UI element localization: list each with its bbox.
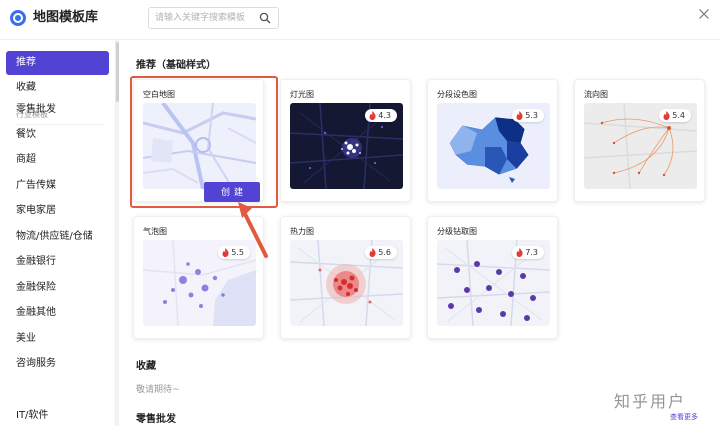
card-name: 分级钻取图 [437, 227, 477, 236]
sidebar-item-banking[interactable]: 金融银行 [6, 250, 109, 274]
template-card-heat-map[interactable]: 热力图 5.6 [280, 216, 411, 339]
card-thumbnail: 5.4 [584, 103, 697, 189]
flame-icon [516, 111, 523, 120]
rating-badge: 7.3 [512, 246, 544, 259]
scrollbar-thumb[interactable] [116, 42, 119, 102]
header: 地图模板库 [0, 0, 720, 40]
template-card-light-map[interactable]: 灯光图 4.3 [280, 79, 411, 202]
sidebar-item-beauty[interactable]: 美业 [6, 327, 109, 351]
section-title-recommended: 推荐（基础样式） [136, 60, 216, 71]
flame-icon [663, 111, 670, 120]
sidebar-item-finance-other[interactable]: 金融其他 [6, 301, 109, 325]
create-button[interactable]: 创建 [204, 182, 260, 202]
sidebar-item-consulting[interactable]: 咨询服务 [6, 352, 109, 376]
sidebar: 推荐 收藏 行业模板 零售批发 餐饮 商超 广告传媒 家电家居 物流/供应链/仓… [0, 40, 116, 426]
rating-value: 5.3 [525, 111, 538, 120]
sidebar-item-retail[interactable]: 零售批发 [6, 98, 109, 122]
sidebar-item-favorites[interactable]: 收藏 [6, 76, 109, 100]
template-card-flow-map[interactable]: 流向图 5.4 [574, 79, 705, 202]
sidebar-item-home-appliance[interactable]: 家电家居 [6, 199, 109, 223]
section-title-retail: 零售批发 [136, 414, 176, 425]
page-title: 地图模板库 [33, 10, 99, 25]
rating-badge: 4.3 [365, 109, 397, 122]
search-box[interactable] [148, 7, 279, 29]
search-input[interactable] [155, 11, 259, 25]
template-card-segment-map[interactable]: 分段设色图 5.3 [427, 79, 558, 202]
rating-badge: 5.3 [512, 109, 544, 122]
flame-icon [222, 248, 229, 257]
sidebar-item-logistics[interactable]: 物流/供应链/仓储 [6, 225, 109, 249]
card-name: 灯光图 [290, 90, 314, 99]
rating-badge: 5.4 [659, 109, 691, 122]
section-title-favorites: 收藏 [136, 361, 156, 372]
sidebar-item-recommended[interactable]: 推荐 [6, 51, 109, 75]
card-name: 流向图 [584, 90, 608, 99]
rating-value: 4.3 [378, 111, 391, 120]
arrow-annotation-icon [238, 202, 268, 258]
logo-icon [10, 10, 26, 26]
card-name: 分段设色图 [437, 90, 477, 99]
card-thumbnail: 5.3 [437, 103, 550, 189]
card-thumbnail: 7.3 [437, 240, 550, 326]
search-icon[interactable] [259, 12, 271, 24]
flame-icon [369, 248, 376, 257]
rating-value: 5.6 [378, 248, 391, 257]
sidebar-item-catering[interactable]: 餐饮 [6, 123, 109, 147]
view-more-link[interactable]: 查看更多 [670, 412, 698, 422]
card-thumbnail: 5.6 [290, 240, 403, 326]
rating-badge: 5.6 [365, 246, 397, 259]
card-thumbnail: 4.3 [290, 103, 403, 189]
sidebar-item-it-software[interactable]: IT/软件 [6, 404, 109, 426]
card-name: 热力图 [290, 227, 314, 236]
flame-icon [369, 111, 376, 120]
sidebar-item-insurance[interactable]: 金融保险 [6, 276, 109, 300]
template-card-drilldown-map[interactable]: 分级钻取图 7.3 [427, 216, 558, 339]
sidebar-item-supermarket[interactable]: 商超 [6, 148, 109, 172]
flame-icon [516, 248, 523, 257]
watermark: 知乎用户 [614, 392, 687, 411]
card-name: 气泡图 [143, 227, 167, 236]
rating-value: 5.4 [672, 111, 685, 120]
favorites-empty-text: 敬请期待~ [136, 385, 180, 395]
rating-value: 7.3 [525, 248, 538, 257]
close-icon[interactable] [696, 6, 712, 22]
sidebar-item-advertising[interactable]: 广告传媒 [6, 174, 109, 198]
